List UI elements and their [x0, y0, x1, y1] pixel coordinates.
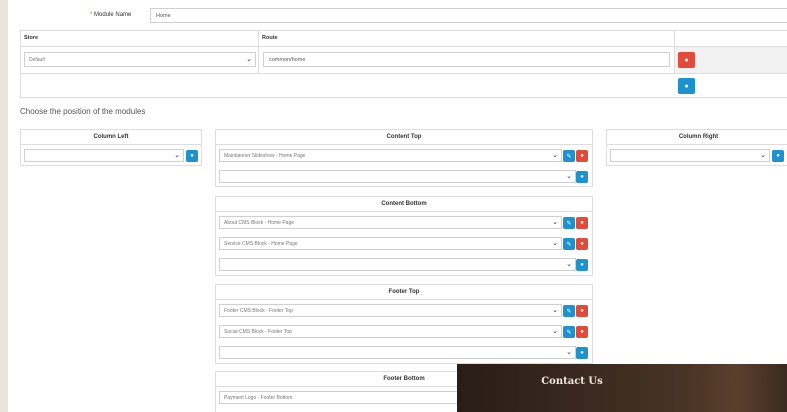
chevron-down-icon: ⌄ [760, 152, 766, 159]
content-bottom-edit-button[interactable]: ✎ [563, 238, 575, 250]
minus-circle-icon: ● [580, 220, 584, 226]
plus-circle-icon: ● [580, 350, 584, 356]
content-bottom-remove-button[interactable]: ● [576, 238, 588, 250]
plus-circle-icon: ● [684, 82, 689, 90]
chevron-down-icon: ⌄ [566, 261, 572, 268]
contact-us-banner: Contact Us [457, 364, 787, 412]
plus-circle-icon: ● [580, 262, 584, 268]
chevron-down-icon: ⌄ [552, 328, 558, 335]
content-top-edit-button[interactable]: ✎ [563, 150, 575, 162]
minus-circle-icon: ● [580, 241, 584, 247]
pencil-icon: ✎ [566, 308, 572, 315]
footer-top-module-select[interactable]: Footer CMS Block - Footer Top ⌄ [219, 304, 562, 317]
chevron-down-icon: ⌄ [174, 152, 180, 159]
minus-circle-icon: ● [684, 56, 689, 64]
footer-top-edit-button[interactable]: ✎ [563, 305, 575, 317]
chevron-down-icon: ⌄ [566, 349, 572, 356]
positions-heading: Choose the position of the modules [20, 107, 146, 116]
plus-circle-icon: ● [580, 174, 584, 180]
contact-us-title: Contact Us [541, 376, 603, 387]
minus-circle-icon: ● [580, 308, 584, 314]
footer-top-new-select[interactable]: ⌄ [219, 346, 576, 359]
content-bottom-module-select[interactable]: Service CMS Block - Home Page ⌄ [219, 237, 562, 250]
column-right-add-button[interactable]: ● [772, 150, 784, 162]
content-top-add-button[interactable]: ● [576, 171, 588, 183]
store-header: Store [24, 35, 39, 41]
route-header: Route [262, 35, 278, 41]
chevron-down-icon: ⌄ [552, 307, 558, 314]
pencil-icon: ✎ [566, 241, 572, 248]
pencil-icon: ✎ [566, 153, 572, 160]
module-name-input[interactable]: Home [150, 8, 787, 23]
content-bottom-add-button[interactable]: ● [576, 259, 588, 271]
content-bottom-remove-button[interactable]: ● [576, 217, 588, 229]
minus-circle-icon: ● [580, 153, 584, 159]
content-bottom-new-select[interactable]: ⌄ [219, 258, 576, 271]
column-left-add-button[interactable]: ● [186, 150, 198, 162]
chevron-down-icon: ⌄ [566, 173, 572, 180]
content-top-title: Content Top [216, 130, 592, 145]
footer-top-remove-button[interactable]: ● [576, 305, 588, 317]
table-divider [20, 46, 787, 47]
column-left-select[interactable]: ⌄ [24, 149, 184, 162]
route-input[interactable]: common/home [263, 52, 670, 67]
footer-top-title: Footer Top [216, 285, 592, 300]
chevron-down-icon: ⌄ [552, 240, 558, 247]
content-bottom-module-select[interactable]: About CMS Block - Home Page ⌄ [219, 216, 562, 229]
minus-circle-icon: ● [580, 329, 584, 335]
content-bottom-edit-button[interactable]: ✎ [563, 217, 575, 229]
column-right-select[interactable]: ⌄ [610, 149, 770, 162]
module-name-label: * Module Name [90, 12, 132, 18]
plus-circle-icon: ● [190, 153, 194, 159]
store-select[interactable]: Default ⌄ [24, 52, 256, 67]
content-top-remove-button[interactable]: ● [576, 150, 588, 162]
footer-top-module-select[interactable]: Social CMS Block - Footer Top ⌄ [219, 325, 562, 338]
content-top-module-select[interactable]: Mainbanner Slideshow - Home Page ⌄ [219, 149, 562, 162]
pencil-icon: ✎ [566, 220, 572, 227]
chevron-down-icon: ⌄ [246, 56, 252, 63]
column-left-title: Column Left [21, 130, 201, 145]
column-right-title: Column Right [607, 130, 787, 145]
footer-top-remove-button[interactable]: ● [576, 326, 588, 338]
pencil-icon: ✎ [566, 329, 572, 336]
plus-circle-icon: ● [776, 153, 780, 159]
module-layout-page: * Module Name Home Store Route Default ⌄… [8, 0, 787, 412]
footer-top-edit-button[interactable]: ✎ [563, 326, 575, 338]
chevron-down-icon: ⌄ [552, 152, 558, 159]
table-divider [258, 30, 259, 74]
table-divider [20, 73, 787, 74]
content-bottom-title: Content Bottom [216, 197, 592, 212]
content-top-new-select[interactable]: ⌄ [219, 170, 576, 183]
chevron-down-icon: ⌄ [552, 219, 558, 226]
add-route-button[interactable]: ● [678, 78, 695, 94]
footer-top-add-button[interactable]: ● [576, 347, 588, 359]
remove-route-button[interactable]: ● [678, 52, 695, 68]
